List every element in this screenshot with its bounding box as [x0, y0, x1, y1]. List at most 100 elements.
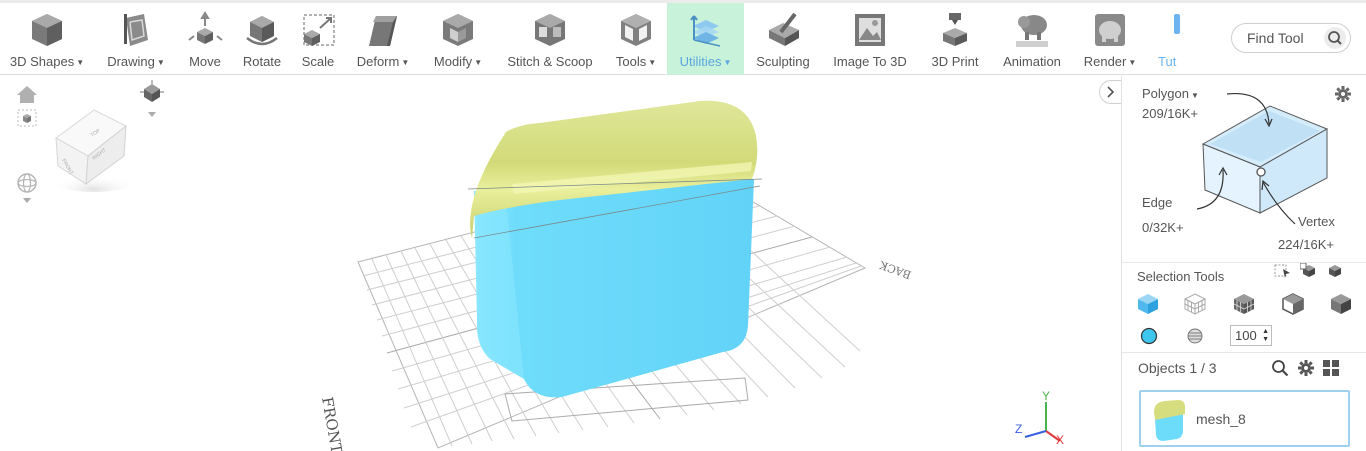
tool-animation-label: Animation [1003, 54, 1061, 69]
right-panel: Polygon ▼ 209/16K+ Edge 0/32K+ Vertex 224… [1121, 76, 1366, 451]
brush-size-input[interactable]: 100 ▲ ▼ [1230, 325, 1272, 346]
tool-3d-shapes[interactable]: 3D Shapes ▼ [4, 3, 90, 75]
tool-rotate[interactable]: Rotate [237, 3, 287, 75]
tool-drawing-label: Drawing [107, 54, 155, 69]
tool-sculpting[interactable]: Sculpting [750, 3, 816, 75]
find-tool-search[interactable]: Find Tool [1231, 23, 1351, 53]
axis-z-label: Z [1015, 422, 1022, 436]
tool-deform[interactable]: Deform ▼ [350, 3, 416, 75]
objects-label: Objects 1 / 3 [1138, 360, 1217, 376]
image-to-3d-icon [855, 14, 885, 46]
tool-deform-label: Deform [356, 54, 400, 69]
tool-rotate-label: Rotate [242, 54, 282, 69]
brush-color-icon[interactable] [1139, 326, 1159, 346]
grid-view-icon[interactable] [1322, 359, 1340, 377]
collapse-panel-button[interactable] [1099, 80, 1121, 104]
tool-render-label: Render [1083, 54, 1127, 69]
edge-label[interactable]: Edge [1142, 195, 1172, 210]
tool-move[interactable]: Move [180, 3, 230, 75]
move-icon [188, 11, 223, 44]
fit-view-icon[interactable] [17, 109, 37, 127]
dropdown-caret-icon: ▼ [474, 58, 483, 68]
tools-icon [621, 14, 651, 46]
main-toolbar: 3D Shapes ▼ Drawing ▼ Move Rotate Scale … [0, 3, 1366, 75]
tool-image-to-3d[interactable]: Image To 3D [826, 3, 914, 75]
animation-icon [1016, 15, 1048, 47]
objects-settings-icon[interactable] [1297, 359, 1315, 377]
axis-x-label: X [1056, 433, 1064, 447]
select-add-icon[interactable] [1300, 263, 1318, 279]
view-cube[interactable]: TOP FRONT RIGHT [48, 102, 144, 192]
divider [1122, 352, 1366, 353]
tool-stitch-scoop-label: Stitch & Scoop [507, 54, 593, 69]
sculpting-icon [769, 12, 799, 46]
axis-gizmo: Y X Z [1015, 389, 1064, 447]
tool-sculpting-label: Sculpting [756, 54, 810, 69]
3d-scene: FRONT BACK Y X Z [318, 100, 1064, 451]
orbit-view-icon[interactable] [16, 172, 38, 206]
back-label: BACK [877, 258, 913, 282]
object-name: mesh_8 [1196, 411, 1246, 427]
tool-render[interactable]: Render ▼ [1078, 3, 1142, 75]
object-thumbnail [1154, 400, 1185, 441]
cube-icon [32, 14, 62, 46]
tool-drawing[interactable]: Drawing ▼ [100, 3, 172, 75]
tool-tutorial-label: Tut [1158, 54, 1177, 69]
search-icon[interactable] [1271, 359, 1289, 377]
tool-3d-print[interactable]: 3D Print [924, 3, 986, 75]
modify-icon [443, 14, 473, 46]
tool-scale-label: Scale [301, 54, 335, 69]
tool-tools[interactable]: Tools ▼ [609, 3, 663, 75]
scale-icon [303, 14, 335, 46]
tool-modify[interactable]: Modify ▼ [427, 3, 489, 75]
select-pointer-icon[interactable] [1274, 263, 1292, 279]
select-solid-icon[interactable] [1329, 292, 1353, 316]
dropdown-caret-icon: ▼ [648, 58, 657, 68]
axis-y-label: Y [1042, 389, 1050, 403]
3d-viewport[interactable]: FRONT BACK Y X Z TOP FRONT RIGHT [0, 76, 1121, 451]
tool-3d-shapes-label: 3D Shapes [9, 54, 75, 69]
tool-animation[interactable]: Animation [996, 3, 1068, 75]
deform-icon [369, 16, 397, 46]
front-label: FRONT [318, 396, 346, 451]
tool-scale[interactable]: Scale [295, 3, 341, 75]
dropdown-caret-icon: ▼ [76, 58, 85, 68]
dropdown-caret-icon: ▼ [1128, 58, 1137, 68]
select-object-icon[interactable] [1136, 292, 1160, 316]
tool-stitch-scoop[interactable]: Stitch & Scoop [500, 3, 600, 75]
brush-sphere-icon[interactable] [1186, 327, 1204, 345]
select-wireframe-icon[interactable] [1281, 292, 1305, 316]
tool-utilities-label: Utilities [679, 54, 722, 69]
tool-image-to-3d-label: Image To 3D [833, 54, 907, 69]
select-faces-icon[interactable] [1232, 292, 1256, 316]
select-polygon-grid-icon[interactable] [1183, 292, 1207, 316]
rotate-icon [246, 16, 278, 46]
tool-3d-print-label: 3D Print [931, 54, 979, 69]
tool-tutorial[interactable]: Tut [1152, 3, 1182, 75]
render-icon [1095, 14, 1125, 46]
tool-utilities[interactable]: Utilities ▼ [667, 3, 744, 75]
select-subtract-icon[interactable] [1326, 263, 1344, 279]
3d-print-icon [943, 13, 967, 46]
tool-tools-label: Tools [615, 54, 647, 69]
vertex-count: 224/16K+ [1278, 237, 1335, 252]
dropdown-caret-icon: ▼ [156, 58, 165, 68]
dropdown-caret-icon: ▼ [401, 58, 410, 68]
chevron-right-icon [1107, 86, 1115, 98]
stitch-scoop-icon [535, 14, 565, 46]
tutorial-icon [1174, 14, 1180, 34]
selection-tools-label: Selection Tools [1137, 269, 1225, 284]
spinner-icon[interactable]: ▲ ▼ [1262, 328, 1269, 344]
dropdown-caret-icon: ▼ [723, 58, 732, 68]
tool-move-label: Move [189, 54, 221, 69]
vertex-label[interactable]: Vertex [1298, 214, 1335, 229]
brush-size-value: 100 [1235, 328, 1257, 343]
tool-modify-label: Modify [433, 54, 473, 69]
search-icon[interactable] [1324, 27, 1346, 49]
find-tool-label: Find Tool [1247, 30, 1304, 46]
edge-count: 0/32K+ [1142, 220, 1184, 235]
app-window: 3D Shapes ▼ Drawing ▼ Move Rotate Scale … [0, 0, 1366, 451]
home-view-icon[interactable] [16, 84, 38, 104]
utilities-icon [689, 15, 720, 47]
object-item-mesh-8[interactable]: mesh_8 [1139, 390, 1350, 447]
